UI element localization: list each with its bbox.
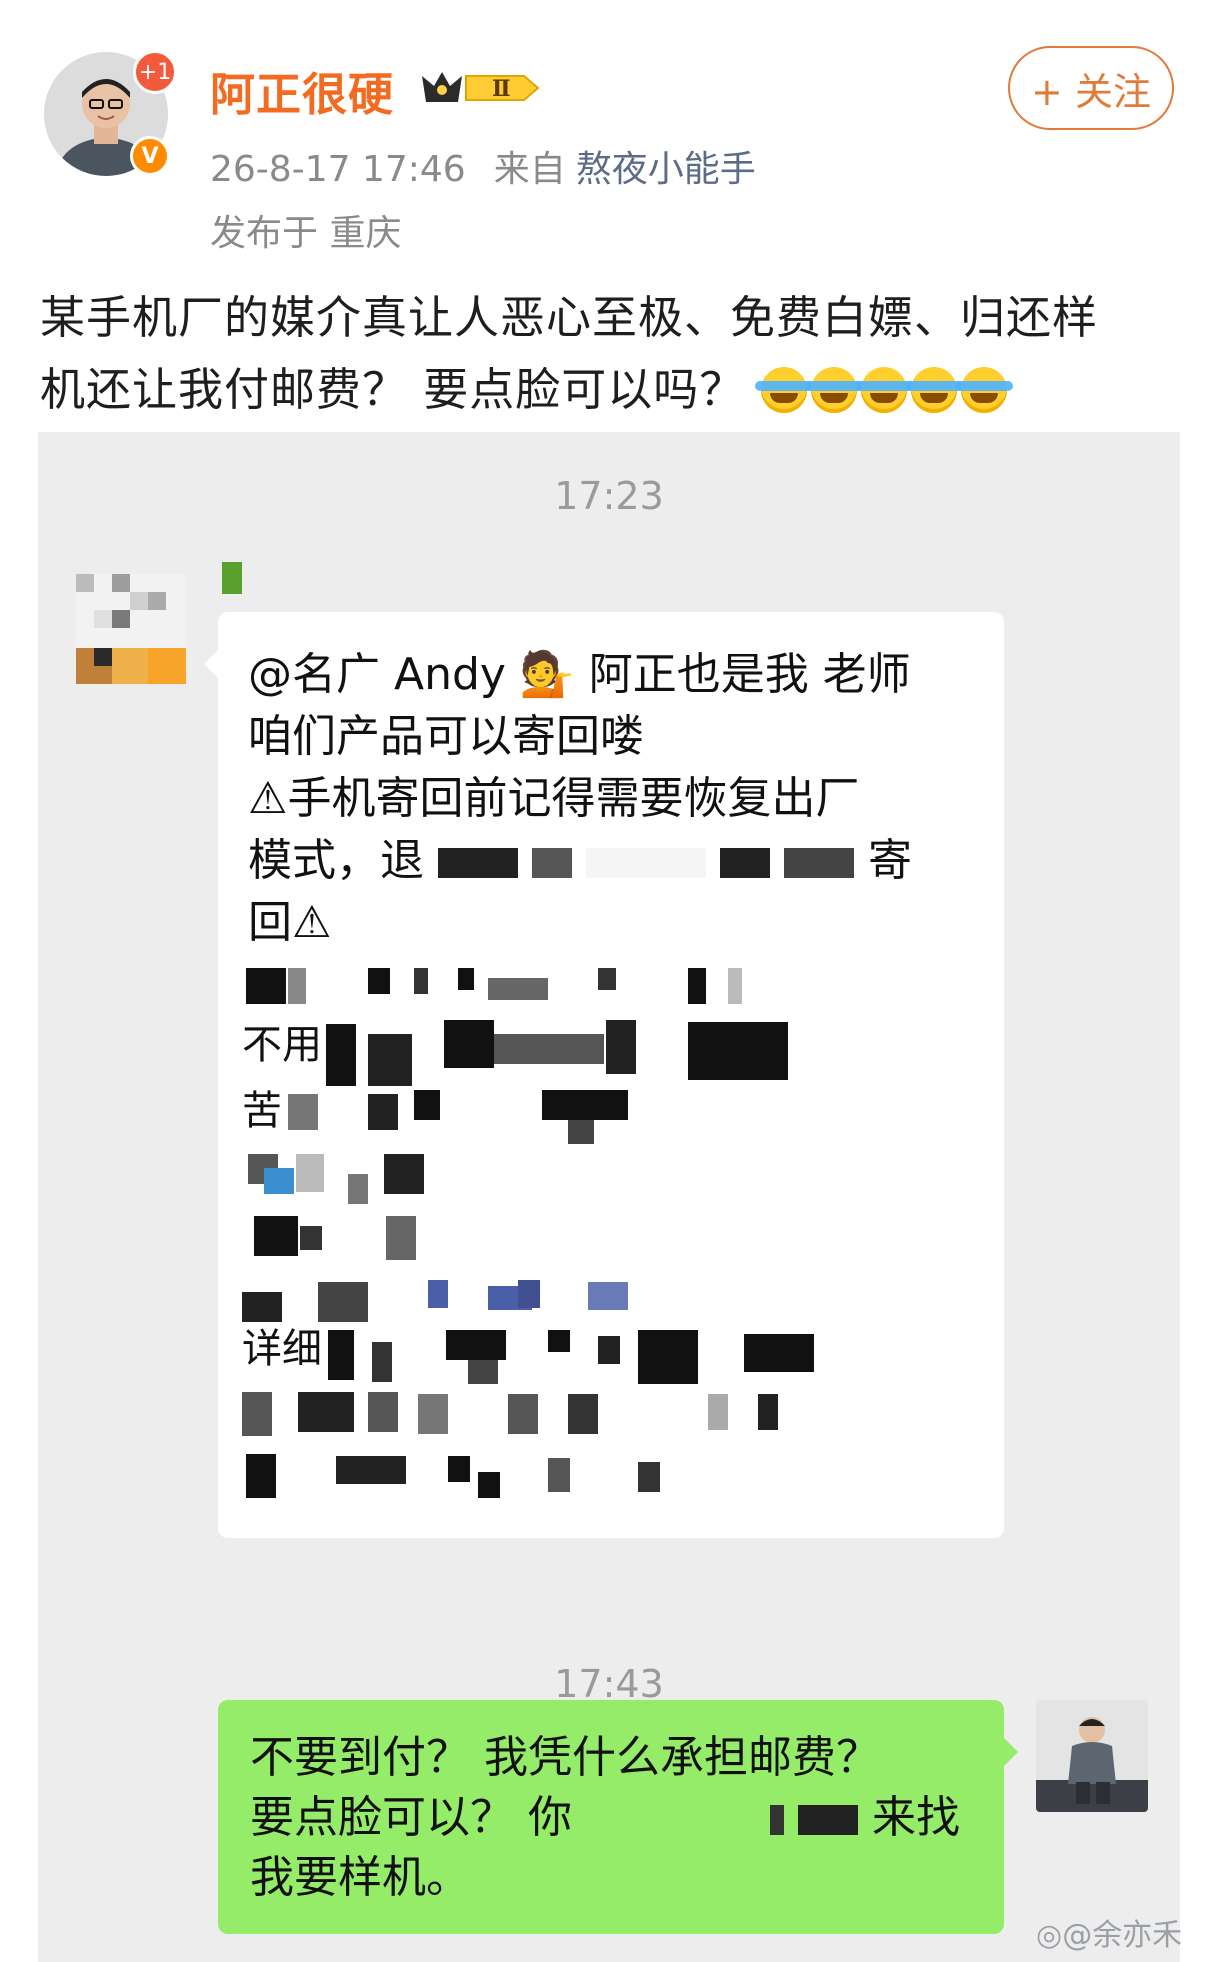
from-label: 来自 [493,149,566,190]
outgoing-line-2-start: 要点脸可以？ 你 [250,1792,572,1843]
chat-screenshot[interactable]: 17:23 @名广 Andy 💁 阿正也是我 老师 咱们产品可以寄回喽 ⚠手机寄… [38,432,1180,1962]
post-meta: 26-8-17 17:46 来自 熬夜小能手 [210,140,756,192]
incoming-line-3: ⚠手机寄回前记得需要恢复出厂 [248,773,860,824]
incoming-line-12-start: 详细 [242,1326,322,1372]
pixelated-redaction-mosaic: 不用 苦 详细 [242,968,814,1498]
vip-crown-badge-icon: Ⅱ [422,72,540,102]
redacted-block [784,848,854,878]
crying-laughing-emoji-icon [804,367,863,413]
post-location: 发布于 重庆 [210,213,402,254]
author-name[interactable]: 阿正很硬 [210,58,394,123]
outgoing-line-3: 我要样机。 [250,1852,470,1903]
incoming-line-2: 咱们产品可以寄回喽 [248,711,644,762]
incoming-message-bubble[interactable]: @名广 Andy 💁 阿正也是我 老师 咱们产品可以寄回喽 ⚠手机寄回前记得需要… [204,612,1004,1538]
redacted-block [438,848,518,878]
redacted-block [798,1805,858,1835]
weibo-logo-icon: ◎ [1036,1918,1063,1953]
incoming-line-5: 回⚠ [248,897,332,948]
source-app-link[interactable]: 熬夜小能手 [576,149,756,190]
incoming-line-8-start: 苦 [242,1088,282,1134]
sender-name-pixelated [222,562,242,594]
outgoing-line-2-end: 来找 [872,1792,960,1843]
chat-time-1: 17:23 [554,474,664,518]
verified-icon: V [130,136,170,176]
bubble-tail [204,650,218,678]
post-body: 某手机厂的媒介真让人恶心至极、免费白嫖、归还样 机还让我付邮费？ 要点脸可以吗？ [40,282,1190,426]
vip-level-text: Ⅱ [492,76,511,102]
post-text-line-1: 某手机厂的媒介真让人恶心至极、免费白嫖、归还样 [40,291,1099,344]
redacted-block [770,1805,784,1835]
person-sitting-avatar-icon [1036,1700,1148,1812]
post-timestamp: 26-8-17 17:46 [210,149,466,190]
redacted-block [586,848,706,878]
my-avatar[interactable] [1036,1700,1148,1812]
crying-laughing-emoji-icon [904,367,963,413]
post-text-line-2: 机还让我付邮费？ 要点脸可以吗？ [40,354,1190,426]
post-text-line-2-content: 机还让我付邮费？ 要点脸可以吗？ [40,363,746,416]
crying-laughing-emoji-icon [954,367,1013,413]
outgoing-line-2: 要点脸可以？ 你 来找 [250,1788,980,1848]
redacted-block [720,848,770,878]
incoming-message-text: @名广 Andy 💁 阿正也是我 老师 咱们产品可以寄回喽 ⚠手机寄回前记得需要… [248,644,988,954]
outgoing-line-1: 不要到付？ 我凭什么承担邮费？ [250,1732,880,1783]
sender-avatar-pixelated-icon [76,574,186,684]
notification-badge: +1 [133,50,177,94]
outgoing-message-text: 不要到付？ 我凭什么承担邮费？ 要点脸可以？ 你 来找 我要样机。 [250,1728,980,1908]
crying-laughing-emoji-icon [854,367,913,413]
post-header: +1 V 阿正很硬 Ⅱ 26-8-17 17:46 来自 熬夜小能手 发布于 重庆 … [0,0,1220,270]
watermark-text: @余亦禾 [1062,1918,1183,1953]
incoming-line-1: @名广 Andy 💁 阿正也是我 老师 [248,649,911,700]
weibo-watermark: ◎@余亦禾 [1036,1910,1182,1954]
incoming-line-7-start: 不用 [242,1022,322,1068]
incoming-line-4: 模式，退 寄 [248,830,988,892]
follow-button[interactable]: + 关注 [1008,46,1174,130]
incoming-line-4-end: 寄 [868,835,912,886]
crying-laughing-emoji-icon [754,367,813,413]
redacted-block [532,848,572,878]
incoming-line-4-start: 模式，退 [248,835,424,886]
bubble-tail [1004,1738,1018,1766]
outgoing-message-bubble[interactable]: 不要到付？ 我凭什么承担邮费？ 要点脸可以？ 你 来找 我要样机。 [218,1700,1018,1934]
